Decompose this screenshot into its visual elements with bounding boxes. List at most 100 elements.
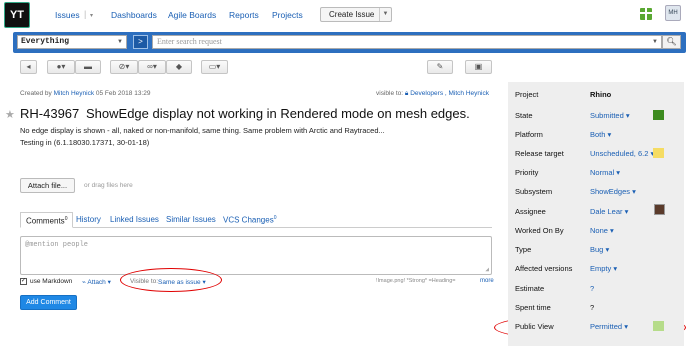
field-label: Estimate — [515, 284, 545, 293]
field-label: Priority — [515, 168, 539, 177]
nav-agile-boards[interactable]: Agile Boards — [168, 10, 216, 20]
comment-textarea[interactable]: @mention people ◢ — [20, 236, 492, 275]
go-arrow-button[interactable]: > — [133, 35, 148, 49]
nav-reports[interactable]: Reports — [229, 10, 259, 20]
field-value-public-view[interactable]: Permitted ▾ — [590, 322, 628, 331]
youtrack-logo[interactable]: YT — [2, 0, 30, 28]
author-link[interactable]: Mitch Heynick — [54, 90, 94, 97]
user-icon[interactable]: ●▾ — [47, 60, 75, 74]
search-input[interactable]: Enter search request ▼ — [152, 35, 662, 49]
field-label: Affected versions — [515, 264, 573, 273]
add-comment-button[interactable]: Add Comment — [20, 295, 77, 310]
comments-count: 0 — [64, 216, 68, 222]
tab-comments[interactable]: Comments0 — [20, 212, 74, 228]
field-label: State — [515, 111, 533, 120]
field-value-project: Rhino — [590, 90, 612, 99]
chevron-down-icon[interactable]: ▼ — [652, 36, 658, 48]
field-value-assignee[interactable]: Dale Lear ▾ — [590, 207, 628, 216]
nav-projects[interactable]: Projects — [272, 10, 303, 20]
more-hints-link[interactable]: more — [480, 278, 494, 284]
search-context-value: Everything — [21, 37, 70, 46]
gift-icon[interactable] — [640, 8, 652, 20]
arrow-left-icon[interactable]: ◂ — [20, 60, 37, 74]
visible-to-link[interactable]: Developers , Mitch Heynick — [410, 90, 489, 97]
field-value-priority[interactable]: Normal ▾ — [590, 168, 620, 177]
chevron-down-icon[interactable]: ▾ — [90, 12, 93, 19]
comment-placeholder: @mention people — [25, 241, 89, 249]
release-target-value: Unscheduled, 6.2 — [590, 149, 649, 158]
markdown-label: use Markdown — [30, 278, 73, 285]
platform-value: Both — [590, 130, 606, 139]
field-value-spent-time: ? — [590, 303, 595, 312]
visible-to-label: visible to: — [376, 90, 404, 97]
create-issue-label: Create Issue — [329, 10, 375, 19]
lock-icon: 🔒︎ — [404, 90, 409, 97]
assignee-value: Dale Lear — [590, 207, 623, 216]
paperclip-icon: ⌁ — [82, 279, 86, 286]
priority-value: Normal — [590, 168, 615, 177]
public-view-color-swatch — [653, 321, 664, 331]
field-label: Assignee — [515, 207, 546, 216]
field-label: Public View — [515, 322, 554, 331]
release-color-swatch — [653, 148, 664, 158]
vcs-count: 0 — [273, 215, 277, 221]
search-context-select[interactable]: Everything ▼ — [17, 35, 127, 49]
field-label: Release target — [515, 149, 564, 158]
edit-icon[interactable]: ✎ — [427, 60, 453, 74]
field-label: Type — [515, 245, 532, 254]
affected-versions-value: Empty — [590, 264, 612, 273]
chevron-down-icon[interactable]: ▼ — [379, 8, 391, 21]
created-date: 05 Feb 2018 13:29 — [95, 90, 151, 97]
window-icon[interactable]: ▭▾ — [201, 60, 228, 74]
search-placeholder: Enter search request — [157, 37, 222, 46]
markdown-checkbox[interactable]: ✓ — [20, 278, 27, 285]
field-value-estimate[interactable]: ? — [590, 284, 594, 293]
field-value-affected-versions[interactable]: Empty ▾ — [590, 264, 617, 273]
nav-dashboards[interactable]: Dashboards — [111, 10, 157, 20]
create-issue-button[interactable]: Create Issue ▼ — [320, 7, 392, 22]
search-icon[interactable]: 🔍︎ — [662, 35, 681, 49]
tab-similar-issues[interactable]: Similar Issues — [166, 215, 216, 224]
nav-issues[interactable]: Issues — [55, 10, 80, 20]
field-label: Platform — [515, 130, 543, 139]
comment-attach-label: Attach — [87, 279, 106, 286]
tab-vcs-label: VCS Changes — [223, 215, 274, 225]
tab-linked-issues[interactable]: Linked Issues — [110, 215, 159, 224]
comment-attach-link[interactable]: ⌁ Attach ▾ — [82, 278, 111, 286]
tab-vcs-changes[interactable]: VCS Changes0 — [223, 215, 276, 225]
chevron-down-icon: ▼ — [117, 39, 123, 45]
state-value: Submitted — [590, 111, 624, 120]
nav-separator: | — [84, 9, 87, 19]
field-label: Worked On By — [515, 226, 564, 235]
tab-history[interactable]: History — [76, 215, 101, 224]
issue-id: RH-43967 — [20, 106, 80, 121]
state-color-swatch — [653, 110, 664, 120]
label-icon[interactable]: ◆ — [166, 60, 192, 74]
issue-description-line: No edge display is shown - all, naked or… — [20, 126, 385, 135]
created-info: Created by Mitch Heynick 05 Feb 2018 13:… — [20, 90, 150, 97]
field-value-state[interactable]: Submitted ▾ — [590, 111, 630, 120]
star-icon[interactable]: ★ — [5, 108, 15, 121]
comment-icon[interactable]: ▬ — [75, 60, 101, 74]
field-value-platform[interactable]: Both ▾ — [590, 130, 611, 139]
field-label: Project — [515, 90, 539, 99]
tag-icon[interactable]: ⊘▾ — [110, 60, 138, 74]
field-value-release-target[interactable]: Unscheduled, 6.2 ▾ — [590, 149, 654, 158]
worked-on-by-value: None — [590, 226, 608, 235]
issue-description-line: Testing in (6.1.18030.17371, 30-01-18) — [20, 138, 150, 147]
print-icon[interactable]: ▣ — [465, 60, 492, 74]
field-value-type[interactable]: Bug ▾ — [590, 245, 609, 254]
field-label: Spent time — [515, 303, 551, 312]
assignee-avatar — [654, 204, 665, 215]
field-value-worked-on-by[interactable]: None ▾ — [590, 226, 614, 235]
subsystem-value: ShowEdges — [590, 187, 631, 196]
field-value-subsystem[interactable]: ShowEdges ▾ — [590, 187, 636, 196]
link-icon[interactable]: ∞▾ — [138, 60, 166, 74]
tab-divider — [20, 227, 492, 228]
created-by-label: Created by — [20, 90, 52, 97]
resize-handle-icon[interactable]: ◢ — [485, 266, 489, 273]
annotation-ellipse — [120, 268, 222, 292]
attach-file-button[interactable]: Attach file... — [20, 178, 75, 193]
drag-files-hint: or drag files here — [84, 182, 133, 189]
user-avatar[interactable]: MH — [665, 5, 681, 21]
